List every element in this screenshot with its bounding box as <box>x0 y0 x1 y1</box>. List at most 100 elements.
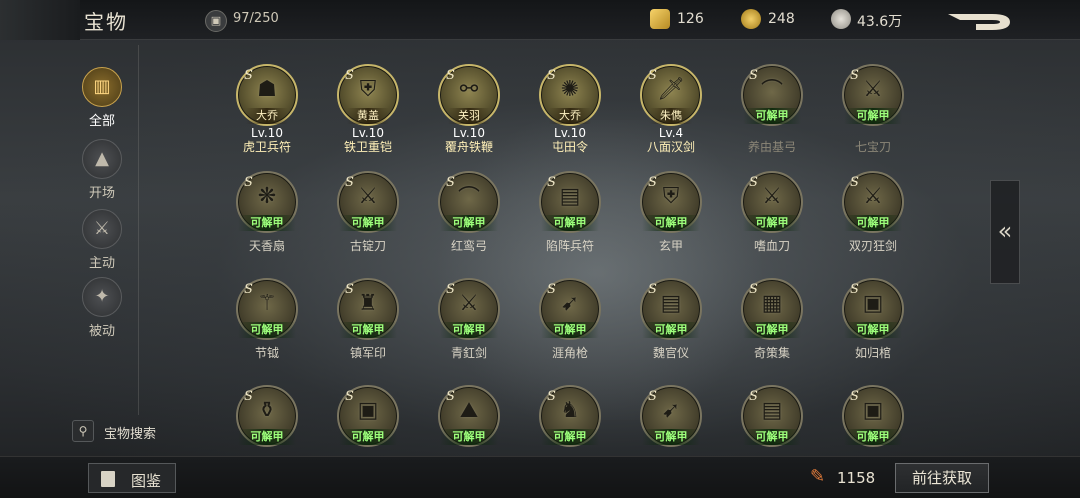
treasure-name: 如归棺 <box>854 346 891 360</box>
equipped-hero-tag: 大乔 <box>549 108 591 124</box>
treasure-capacity-icon: ▣ <box>205 10 227 32</box>
treasure-name: 双刃狂剑 <box>848 239 897 253</box>
treasure-name: 红鸾弓 <box>450 239 487 253</box>
treasure-item[interactable]: S ⚯ 关羽 Lv.10 覆舟铁鞭 <box>418 64 520 170</box>
header-decoration <box>0 0 80 40</box>
treasure-art-icon: ▦ <box>761 290 783 316</box>
treasure-name: 陷阵兵符 <box>545 239 594 253</box>
treasure-art-icon: ⛨ <box>359 76 377 102</box>
treasure-item[interactable]: S ⚔ 可解甲 嗜血刀 <box>721 171 823 277</box>
page-title: 宝物 <box>84 10 128 34</box>
treasure-item[interactable]: S ▦ 可解甲 奇策集 <box>721 278 823 384</box>
sidebar-item-opening[interactable]: ▲ 开场 <box>74 139 130 201</box>
treasure-name: 玄甲 <box>658 239 683 253</box>
treasure-item[interactable]: S ▤ 可解甲 陷阵兵符 <box>519 171 621 277</box>
treasure-art-icon: ⚱ <box>257 397 277 423</box>
unlockable-tag: 可解甲 <box>440 429 498 445</box>
treasure-item[interactable]: S ⛨ 黄盖 Lv.10 铁卫重铠 <box>317 64 419 170</box>
unlockable-tag: 可解甲 <box>339 429 397 445</box>
treasure-name: 七宝刀 <box>854 140 891 154</box>
treasure-art-icon: ⚚ <box>257 290 277 316</box>
treasure-item[interactable]: S ⚚ 可解甲 节钺 <box>216 278 318 384</box>
treasure-item[interactable]: S ✺ 大乔 Lv.10 屯田令 <box>519 64 621 170</box>
treasure-name: 八面汉剑 <box>646 140 695 154</box>
treasure-art-icon: ▤ <box>660 290 682 316</box>
unlockable-tag: 可解甲 <box>440 322 498 338</box>
treasure-item[interactable]: S ☗ 大乔 Lv.10 虎卫兵符 <box>216 64 318 170</box>
treasure-item[interactable]: S ⌒ 可解甲 养由基弓 <box>721 64 823 170</box>
unlockable-tag: 可解甲 <box>440 215 498 231</box>
unlockable-tag: 可解甲 <box>642 322 700 338</box>
sidebar-item-label: 开场 <box>88 186 115 201</box>
treasure-art-icon: ⌒ <box>457 186 480 211</box>
treasure-item[interactable]: S ❋ 可解甲 天香扇 <box>216 171 318 277</box>
gold-ingot-icon[interactable] <box>650 9 670 29</box>
treasure-item[interactable]: S ⛨ 可解甲 玄甲 <box>620 171 722 277</box>
treasure-name: 魏官仪 <box>652 346 689 360</box>
treasure-name: 嗜血刀 <box>753 239 790 253</box>
unlockable-tag: 可解甲 <box>844 322 902 338</box>
sidebar-item-passive[interactable]: ✦ 被动 <box>74 277 130 339</box>
treasure-item[interactable]: S ⚔ 可解甲 七宝刀 <box>822 64 924 170</box>
treasure-item[interactable]: S ⚔ 可解甲 古锭刀 <box>317 171 419 277</box>
go-acquire-button[interactable]: 前往获取 <box>895 463 989 493</box>
treasure-item[interactable]: S ▣ 可解甲 如归棺 <box>822 278 924 384</box>
equipped-hero-tag: 大乔 <box>246 108 288 124</box>
treasure-art-icon: ▤ <box>559 183 581 209</box>
silver-coin-icon[interactable] <box>831 9 851 29</box>
treasure-art-icon: ✺ <box>560 76 580 102</box>
treasure-name: 屯田令 <box>551 140 588 154</box>
treasure-name: 镇军印 <box>349 346 386 360</box>
fragment-icon: ✎ <box>810 466 826 487</box>
treasure-item[interactable]: S ➹ 可解甲 涯角枪 <box>519 278 621 384</box>
book-icon <box>101 471 115 487</box>
treasure-name: 奇策集 <box>753 346 790 360</box>
unlockable-tag: 可解甲 <box>238 215 296 231</box>
unlockable-tag: 可解甲 <box>541 215 599 231</box>
treasure-art-icon: ❋ <box>257 183 277 209</box>
treasure-art-icon: ☗ <box>257 76 277 102</box>
treasure-search-button[interactable]: ⚲ 宝物搜索 <box>72 418 164 444</box>
treasure-item[interactable]: S ♜ 可解甲 镇军印 <box>317 278 419 384</box>
treasure-item[interactable]: S ⚔ 可解甲 青釭剑 <box>418 278 520 384</box>
search-icon: ⚲ <box>72 420 94 442</box>
treasure-item[interactable]: S ⚔ 可解甲 双刃狂剑 <box>822 171 924 277</box>
codex-button[interactable]: 图鉴 <box>88 463 176 493</box>
treasure-item[interactable]: S ⌒ 可解甲 红鸾弓 <box>418 171 520 277</box>
unlockable-tag: 可解甲 <box>541 429 599 445</box>
back-arrow-icon[interactable] <box>946 10 1014 32</box>
unlockable-tag: 可解甲 <box>238 429 296 445</box>
treasure-art-icon: ▣ <box>862 397 884 423</box>
treasure-art-icon: ♞ <box>560 397 580 423</box>
sidebar-item-label: 主动 <box>88 256 115 271</box>
unlockable-tag: 可解甲 <box>339 322 397 338</box>
all-icon: ▥ <box>82 67 122 107</box>
unlockable-tag: 可解甲 <box>642 215 700 231</box>
treasure-art-icon: ▤ <box>761 397 783 423</box>
sidebar-item-all[interactable]: ▥ 全部 <box>74 67 130 129</box>
treasure-art-icon: ➹ <box>661 397 681 423</box>
opening-icon: ▲ <box>82 139 122 179</box>
active-icon: ⚔ <box>82 209 122 249</box>
unlockable-tag: 可解甲 <box>844 108 902 124</box>
search-label: 宝物搜索 <box>104 427 157 442</box>
unlockable-tag: 可解甲 <box>743 108 801 124</box>
treasure-item[interactable]: S ▤ 可解甲 魏官仪 <box>620 278 722 384</box>
treasure-art-icon: ⛰ <box>459 397 479 423</box>
treasure-art-icon: ➹ <box>560 290 580 316</box>
treasure-art-icon: ⚔ <box>459 290 479 316</box>
treasure-name: 涯角枪 <box>551 346 588 360</box>
gold-coin-icon[interactable] <box>741 9 761 29</box>
sidebar-item-label: 被动 <box>88 324 115 339</box>
treasure-art-icon: ⚔ <box>358 183 378 209</box>
treasure-item[interactable]: S 🗡 朱儁 Lv.4 八面汉剑 <box>620 64 722 170</box>
treasure-art-icon: ⌒ <box>760 79 783 104</box>
sidebar-item-active[interactable]: ⚔ 主动 <box>74 209 130 271</box>
unlockable-tag: 可解甲 <box>743 322 801 338</box>
treasure-art-icon: ♜ <box>358 290 378 316</box>
collapse-panel-button[interactable]: « <box>990 180 1020 284</box>
treasure-art-icon: ⚔ <box>863 183 883 209</box>
unlockable-tag: 可解甲 <box>238 322 296 338</box>
unlockable-tag: 可解甲 <box>743 215 801 231</box>
treasure-art-icon: ▣ <box>862 290 884 316</box>
